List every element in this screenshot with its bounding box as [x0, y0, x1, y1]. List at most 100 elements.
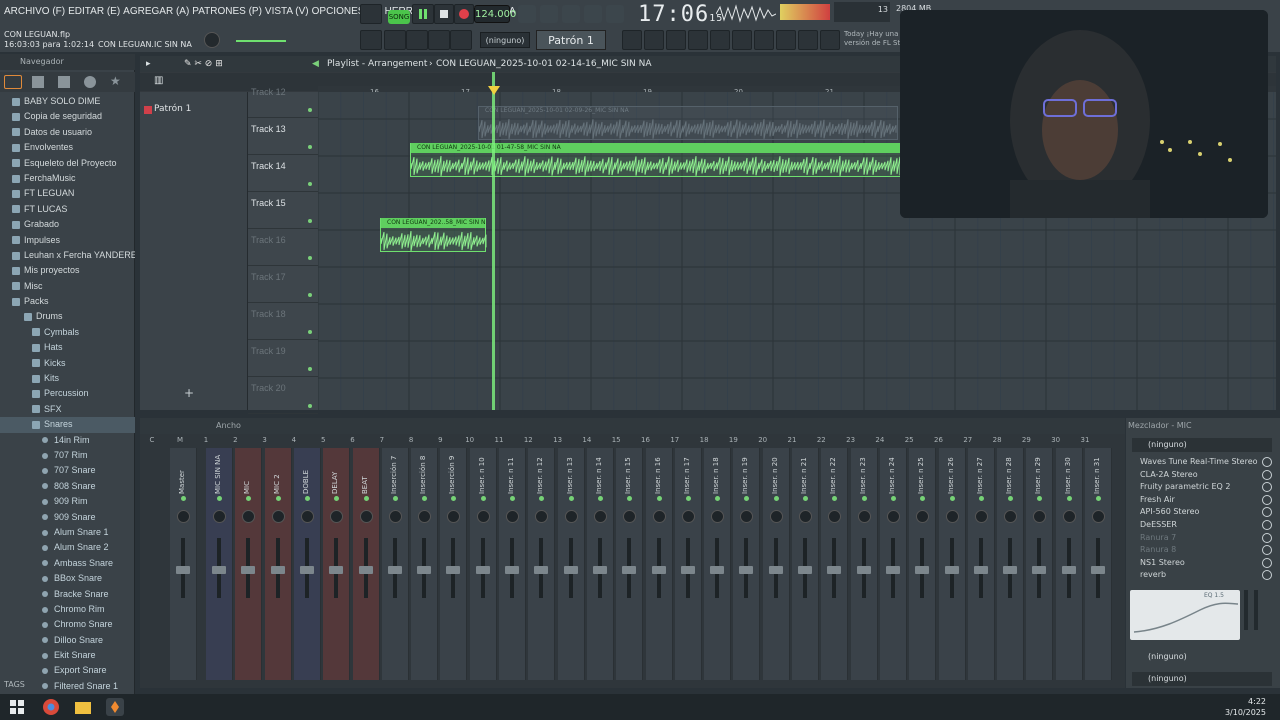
mixer-strip[interactable]: Inserción 7	[381, 448, 409, 680]
mixer-strip[interactable]: Inser. n 15	[616, 448, 644, 680]
mixer-button[interactable]	[688, 30, 708, 50]
piano-icon[interactable]: ▥	[154, 75, 163, 86]
browser-item[interactable]: Impulses	[0, 233, 135, 248]
effect-slot[interactable]: Waves Tune Real-Time Stereo	[1132, 456, 1272, 468]
fader-cap[interactable]	[973, 566, 988, 574]
mixer-strip[interactable]: Inser. n 20	[762, 448, 790, 680]
pan-knob[interactable]	[974, 510, 988, 523]
slot-enable-icon[interactable]	[1262, 570, 1272, 581]
browser-item[interactable]: Envolventes	[0, 140, 135, 155]
pan-knob[interactable]	[177, 510, 190, 523]
mute-led[interactable]	[275, 496, 281, 501]
mute-led[interactable]	[568, 496, 574, 501]
mixer-strip[interactable]: Inser. n 17	[674, 448, 702, 680]
audio-clip[interactable]: CON LEGUAN_2025-10-01 01-47-58_MIC SIN N…	[410, 143, 910, 177]
effect-slot[interactable]: reverb	[1132, 569, 1272, 581]
mute-led[interactable]	[861, 496, 867, 501]
browser-item[interactable]: Mis proyectos	[0, 263, 135, 278]
stamp-tool-button[interactable]	[450, 30, 472, 50]
pan-knob[interactable]	[1033, 510, 1047, 523]
browser-item[interactable]: 909 Rim	[0, 494, 135, 509]
browser-item[interactable]: BABY SOLO DIME	[0, 94, 135, 109]
pan-knob[interactable]	[681, 510, 695, 523]
pause-button[interactable]	[412, 4, 434, 24]
fader-cap[interactable]	[446, 566, 461, 574]
fader-cap[interactable]	[1061, 566, 1076, 574]
browser-item[interactable]: Ambass Snare	[0, 556, 135, 571]
browser-button[interactable]	[710, 30, 730, 50]
plugin-picker-button[interactable]	[732, 30, 752, 50]
mixer-strip[interactable]: MIC 2	[264, 448, 292, 680]
metronome-button[interactable]	[518, 5, 536, 23]
browser-item[interactable]: Packs	[0, 294, 135, 309]
fader-cap[interactable]	[1091, 566, 1105, 574]
mixer-input-selector[interactable]: (ninguno)	[1132, 438, 1272, 452]
mute-led[interactable]	[363, 496, 369, 501]
effect-slot[interactable]: DeESSER	[1132, 519, 1272, 531]
mute-led[interactable]	[1037, 496, 1043, 501]
track-led[interactable]	[308, 219, 312, 223]
effect-slot[interactable]: API-560 Stereo	[1132, 506, 1272, 518]
pan-knob[interactable]	[945, 510, 959, 523]
mute-led[interactable]	[539, 496, 545, 501]
browser-item[interactable]: 707 Rim	[0, 448, 135, 463]
tempo-display[interactable]: 124.000	[474, 5, 516, 23]
browser-item[interactable]: 808 Snare	[0, 479, 135, 494]
mixer-strip[interactable]: Inser. n 11	[499, 448, 526, 680]
fader-cap[interactable]	[270, 566, 285, 574]
pan-knob[interactable]	[623, 510, 637, 523]
mute-led[interactable]	[685, 496, 691, 501]
mute-led[interactable]	[832, 496, 838, 501]
pan-knob[interactable]	[652, 510, 666, 523]
mute-led[interactable]	[744, 496, 750, 501]
pan-knob[interactable]	[359, 510, 373, 523]
mixer-strip[interactable]: Inser. n 25	[909, 448, 937, 680]
playhead[interactable]	[492, 72, 495, 410]
mixer-strip[interactable]: MIC	[235, 448, 263, 680]
slot-enable-icon[interactable]	[1262, 482, 1272, 493]
mixer-strip[interactable]: Inser. n 24	[879, 448, 907, 680]
mixer-strip[interactable]: BEAT	[352, 448, 380, 680]
pan-knob[interactable]	[300, 510, 314, 523]
track-led[interactable]	[308, 293, 312, 297]
fader-cap[interactable]	[417, 566, 432, 574]
browser-item[interactable]: Chromo Snare	[0, 617, 135, 632]
slot-enable-icon[interactable]	[1262, 557, 1272, 568]
pattern-song-toggle[interactable]	[360, 4, 382, 24]
browser-item[interactable]: Alum Snare 2	[0, 540, 135, 555]
mute-led[interactable]	[656, 496, 662, 501]
effect-slot[interactable]: CLA-2A Stereo	[1132, 469, 1272, 481]
fader-cap[interactable]	[622, 566, 637, 574]
slot-enable-icon[interactable]	[1262, 469, 1272, 480]
mixer-strip[interactable]: Inser. n 22	[821, 448, 849, 680]
slot-enable-icon[interactable]	[1262, 507, 1272, 518]
edit-tools-icons[interactable]: ✎ ✂ ⊘ ⊞	[184, 56, 223, 72]
browser-item[interactable]: Cymbals	[0, 325, 135, 340]
pan-knob[interactable]	[799, 510, 812, 523]
fader-cap[interactable]	[1003, 566, 1018, 574]
track-led[interactable]	[308, 108, 312, 112]
menu-item[interactable]: AGREGAR (A)	[123, 6, 189, 17]
browser-db-icon[interactable]	[84, 76, 96, 88]
pan-knob[interactable]	[213, 510, 226, 523]
fader-cap[interactable]	[798, 566, 812, 574]
master-volume-knob[interactable]	[204, 32, 220, 48]
audio-clip[interactable]: CON LEGUAN_2025-10-01 02-09-26_MIC SIN N…	[478, 106, 898, 140]
mute-led[interactable]	[480, 496, 486, 501]
browser-item[interactable]: 707 Snare	[0, 463, 135, 478]
mute-led[interactable]	[1096, 496, 1101, 501]
pan-knob[interactable]	[916, 510, 930, 523]
fader-cap[interactable]	[475, 566, 490, 574]
effect-slot[interactable]: NS1 Stereo	[1132, 557, 1272, 569]
effect-slot[interactable]: Fresh Air	[1132, 494, 1272, 506]
pan-knob[interactable]	[447, 510, 461, 523]
mixer-strip[interactable]: Inser. n 13	[557, 448, 585, 680]
browser-item[interactable]: 14in Rim	[0, 433, 135, 448]
fader-cap[interactable]	[1032, 566, 1047, 574]
mute-led[interactable]	[715, 496, 721, 501]
pan-knob[interactable]	[476, 510, 490, 523]
browser-item[interactable]: Copia de seguridad	[0, 109, 135, 124]
pan-knob[interactable]	[593, 510, 607, 523]
browser-item[interactable]: Misc	[0, 279, 135, 294]
mixer-output-2-selector[interactable]: (ninguno)	[1132, 672, 1272, 686]
